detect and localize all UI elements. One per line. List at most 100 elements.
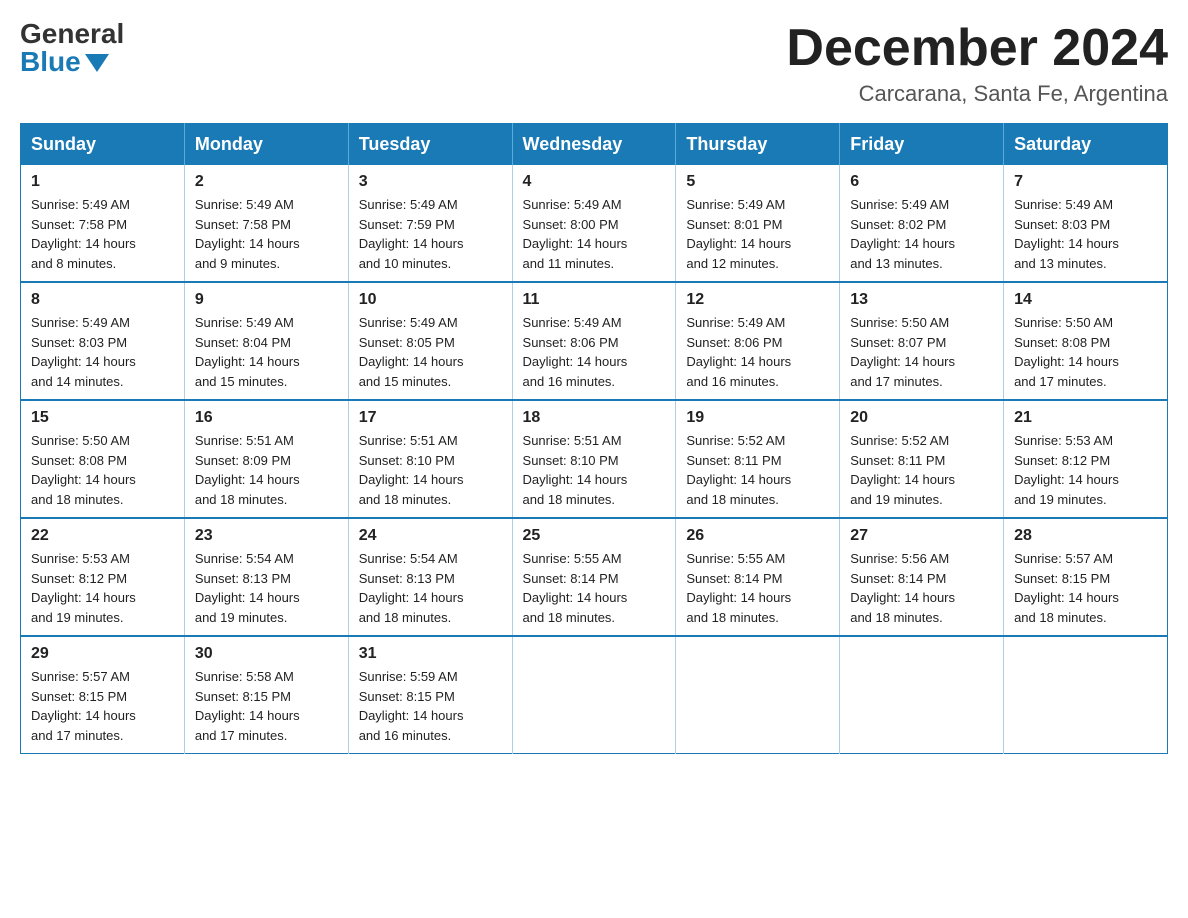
table-row: 9 Sunrise: 5:49 AM Sunset: 8:04 PM Dayli… xyxy=(184,282,348,400)
table-row: 11 Sunrise: 5:49 AM Sunset: 8:06 PM Dayl… xyxy=(512,282,676,400)
day-number: 11 xyxy=(523,291,666,309)
day-info: Sunrise: 5:59 AM Sunset: 8:15 PM Dayligh… xyxy=(359,667,502,745)
week-row-4: 22 Sunrise: 5:53 AM Sunset: 8:12 PM Dayl… xyxy=(21,518,1168,636)
day-info: Sunrise: 5:49 AM Sunset: 8:02 PM Dayligh… xyxy=(850,195,993,273)
page-header: General Blue December 2024 Carcarana, Sa… xyxy=(20,20,1168,107)
day-info: Sunrise: 5:49 AM Sunset: 8:06 PM Dayligh… xyxy=(686,313,829,391)
table-row: 20 Sunrise: 5:52 AM Sunset: 8:11 PM Dayl… xyxy=(840,400,1004,518)
header-wednesday: Wednesday xyxy=(512,124,676,166)
table-row: 7 Sunrise: 5:49 AM Sunset: 8:03 PM Dayli… xyxy=(1004,165,1168,282)
table-row xyxy=(512,636,676,754)
day-number: 28 xyxy=(1014,527,1157,545)
day-info: Sunrise: 5:51 AM Sunset: 8:10 PM Dayligh… xyxy=(359,431,502,509)
table-row: 10 Sunrise: 5:49 AM Sunset: 8:05 PM Dayl… xyxy=(348,282,512,400)
title-block: December 2024 Carcarana, Santa Fe, Argen… xyxy=(786,20,1168,107)
day-number: 7 xyxy=(1014,173,1157,191)
header-thursday: Thursday xyxy=(676,124,840,166)
day-info: Sunrise: 5:55 AM Sunset: 8:14 PM Dayligh… xyxy=(523,549,666,627)
day-info: Sunrise: 5:49 AM Sunset: 7:59 PM Dayligh… xyxy=(359,195,502,273)
day-info: Sunrise: 5:53 AM Sunset: 8:12 PM Dayligh… xyxy=(31,549,174,627)
day-info: Sunrise: 5:49 AM Sunset: 8:01 PM Dayligh… xyxy=(686,195,829,273)
day-info: Sunrise: 5:52 AM Sunset: 8:11 PM Dayligh… xyxy=(850,431,993,509)
table-row: 6 Sunrise: 5:49 AM Sunset: 8:02 PM Dayli… xyxy=(840,165,1004,282)
day-number: 25 xyxy=(523,527,666,545)
table-row: 4 Sunrise: 5:49 AM Sunset: 8:00 PM Dayli… xyxy=(512,165,676,282)
table-row: 22 Sunrise: 5:53 AM Sunset: 8:12 PM Dayl… xyxy=(21,518,185,636)
month-year-title: December 2024 xyxy=(786,20,1168,77)
table-row: 18 Sunrise: 5:51 AM Sunset: 8:10 PM Dayl… xyxy=(512,400,676,518)
day-info: Sunrise: 5:53 AM Sunset: 8:12 PM Dayligh… xyxy=(1014,431,1157,509)
day-info: Sunrise: 5:54 AM Sunset: 8:13 PM Dayligh… xyxy=(359,549,502,627)
day-number: 24 xyxy=(359,527,502,545)
day-number: 10 xyxy=(359,291,502,309)
day-number: 14 xyxy=(1014,291,1157,309)
day-number: 13 xyxy=(850,291,993,309)
day-info: Sunrise: 5:49 AM Sunset: 7:58 PM Dayligh… xyxy=(31,195,174,273)
day-info: Sunrise: 5:54 AM Sunset: 8:13 PM Dayligh… xyxy=(195,549,338,627)
table-row xyxy=(840,636,1004,754)
table-row: 31 Sunrise: 5:59 AM Sunset: 8:15 PM Dayl… xyxy=(348,636,512,754)
header-friday: Friday xyxy=(840,124,1004,166)
day-number: 4 xyxy=(523,173,666,191)
header-monday: Monday xyxy=(184,124,348,166)
day-number: 5 xyxy=(686,173,829,191)
logo-blue-text: Blue xyxy=(20,48,109,76)
day-number: 9 xyxy=(195,291,338,309)
table-row: 30 Sunrise: 5:58 AM Sunset: 8:15 PM Dayl… xyxy=(184,636,348,754)
day-number: 22 xyxy=(31,527,174,545)
day-number: 23 xyxy=(195,527,338,545)
day-info: Sunrise: 5:49 AM Sunset: 8:04 PM Dayligh… xyxy=(195,313,338,391)
table-row: 2 Sunrise: 5:49 AM Sunset: 7:58 PM Dayli… xyxy=(184,165,348,282)
day-number: 12 xyxy=(686,291,829,309)
table-row: 12 Sunrise: 5:49 AM Sunset: 8:06 PM Dayl… xyxy=(676,282,840,400)
table-row: 19 Sunrise: 5:52 AM Sunset: 8:11 PM Dayl… xyxy=(676,400,840,518)
table-row: 28 Sunrise: 5:57 AM Sunset: 8:15 PM Dayl… xyxy=(1004,518,1168,636)
location-subtitle: Carcarana, Santa Fe, Argentina xyxy=(786,81,1168,107)
day-number: 18 xyxy=(523,409,666,427)
table-row: 5 Sunrise: 5:49 AM Sunset: 8:01 PM Dayli… xyxy=(676,165,840,282)
day-number: 27 xyxy=(850,527,993,545)
day-number: 15 xyxy=(31,409,174,427)
day-info: Sunrise: 5:57 AM Sunset: 8:15 PM Dayligh… xyxy=(1014,549,1157,627)
day-info: Sunrise: 5:50 AM Sunset: 8:07 PM Dayligh… xyxy=(850,313,993,391)
day-info: Sunrise: 5:49 AM Sunset: 8:06 PM Dayligh… xyxy=(523,313,666,391)
day-info: Sunrise: 5:49 AM Sunset: 8:03 PM Dayligh… xyxy=(1014,195,1157,273)
week-row-5: 29 Sunrise: 5:57 AM Sunset: 8:15 PM Dayl… xyxy=(21,636,1168,754)
table-row: 25 Sunrise: 5:55 AM Sunset: 8:14 PM Dayl… xyxy=(512,518,676,636)
table-row: 14 Sunrise: 5:50 AM Sunset: 8:08 PM Dayl… xyxy=(1004,282,1168,400)
day-number: 1 xyxy=(31,173,174,191)
table-row: 23 Sunrise: 5:54 AM Sunset: 8:13 PM Dayl… xyxy=(184,518,348,636)
week-row-1: 1 Sunrise: 5:49 AM Sunset: 7:58 PM Dayli… xyxy=(21,165,1168,282)
day-number: 30 xyxy=(195,645,338,663)
day-info: Sunrise: 5:49 AM Sunset: 8:05 PM Dayligh… xyxy=(359,313,502,391)
table-row xyxy=(676,636,840,754)
table-row: 17 Sunrise: 5:51 AM Sunset: 8:10 PM Dayl… xyxy=(348,400,512,518)
day-info: Sunrise: 5:51 AM Sunset: 8:10 PM Dayligh… xyxy=(523,431,666,509)
day-info: Sunrise: 5:56 AM Sunset: 8:14 PM Dayligh… xyxy=(850,549,993,627)
table-row: 15 Sunrise: 5:50 AM Sunset: 8:08 PM Dayl… xyxy=(21,400,185,518)
logo-general-text: General xyxy=(20,20,124,48)
table-row: 27 Sunrise: 5:56 AM Sunset: 8:14 PM Dayl… xyxy=(840,518,1004,636)
week-row-3: 15 Sunrise: 5:50 AM Sunset: 8:08 PM Dayl… xyxy=(21,400,1168,518)
table-row: 21 Sunrise: 5:53 AM Sunset: 8:12 PM Dayl… xyxy=(1004,400,1168,518)
week-row-2: 8 Sunrise: 5:49 AM Sunset: 8:03 PM Dayli… xyxy=(21,282,1168,400)
table-row: 29 Sunrise: 5:57 AM Sunset: 8:15 PM Dayl… xyxy=(21,636,185,754)
day-number: 31 xyxy=(359,645,502,663)
logo: General Blue xyxy=(20,20,124,76)
day-info: Sunrise: 5:51 AM Sunset: 8:09 PM Dayligh… xyxy=(195,431,338,509)
table-row: 8 Sunrise: 5:49 AM Sunset: 8:03 PM Dayli… xyxy=(21,282,185,400)
day-number: 26 xyxy=(686,527,829,545)
table-row: 1 Sunrise: 5:49 AM Sunset: 7:58 PM Dayli… xyxy=(21,165,185,282)
day-number: 16 xyxy=(195,409,338,427)
day-info: Sunrise: 5:50 AM Sunset: 8:08 PM Dayligh… xyxy=(1014,313,1157,391)
day-info: Sunrise: 5:49 AM Sunset: 7:58 PM Dayligh… xyxy=(195,195,338,273)
weekday-header-row: Sunday Monday Tuesday Wednesday Thursday… xyxy=(21,124,1168,166)
day-info: Sunrise: 5:55 AM Sunset: 8:14 PM Dayligh… xyxy=(686,549,829,627)
day-info: Sunrise: 5:50 AM Sunset: 8:08 PM Dayligh… xyxy=(31,431,174,509)
day-number: 8 xyxy=(31,291,174,309)
day-number: 29 xyxy=(31,645,174,663)
day-info: Sunrise: 5:49 AM Sunset: 8:00 PM Dayligh… xyxy=(523,195,666,273)
day-info: Sunrise: 5:58 AM Sunset: 8:15 PM Dayligh… xyxy=(195,667,338,745)
header-tuesday: Tuesday xyxy=(348,124,512,166)
table-row: 3 Sunrise: 5:49 AM Sunset: 7:59 PM Dayli… xyxy=(348,165,512,282)
